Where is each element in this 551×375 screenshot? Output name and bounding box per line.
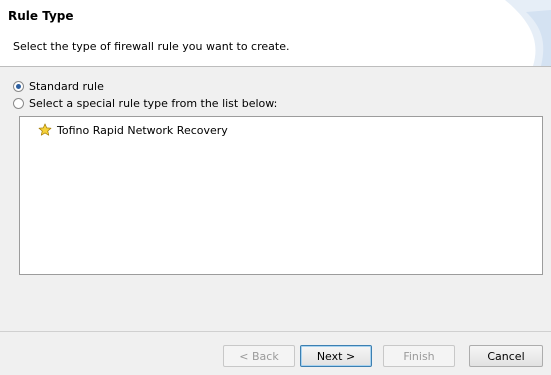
star-icon [38,123,52,136]
list-item[interactable]: Tofino Rapid Network Recovery [38,123,228,137]
special-rule-radio[interactable] [13,98,24,109]
button-bar-divider [0,331,551,332]
special-rule-list[interactable]: Tofino Rapid Network Recovery [19,116,543,275]
page-title: Rule Type [8,9,74,23]
special-rule-option[interactable]: Select a special rule type from the list… [13,97,277,110]
next-button[interactable]: Next > [300,345,372,367]
special-rule-label: Select a special rule type from the list… [29,97,278,110]
standard-rule-option[interactable]: Standard rule [13,80,104,93]
rule-type-dialog: Rule Type Select the type of firewall ru… [0,0,551,375]
list-item-label: Tofino Rapid Network Recovery [57,123,228,137]
wizard-header: Rule Type Select the type of firewall ru… [0,0,551,67]
standard-rule-radio[interactable] [13,81,24,92]
header-banner-graphic [505,0,551,66]
cancel-button[interactable]: Cancel [469,345,543,367]
page-description: Select the type of firewall rule you wan… [13,40,290,53]
finish-button[interactable]: Finish [383,345,455,367]
standard-rule-label: Standard rule [29,80,104,93]
back-button[interactable]: < Back [223,345,295,367]
